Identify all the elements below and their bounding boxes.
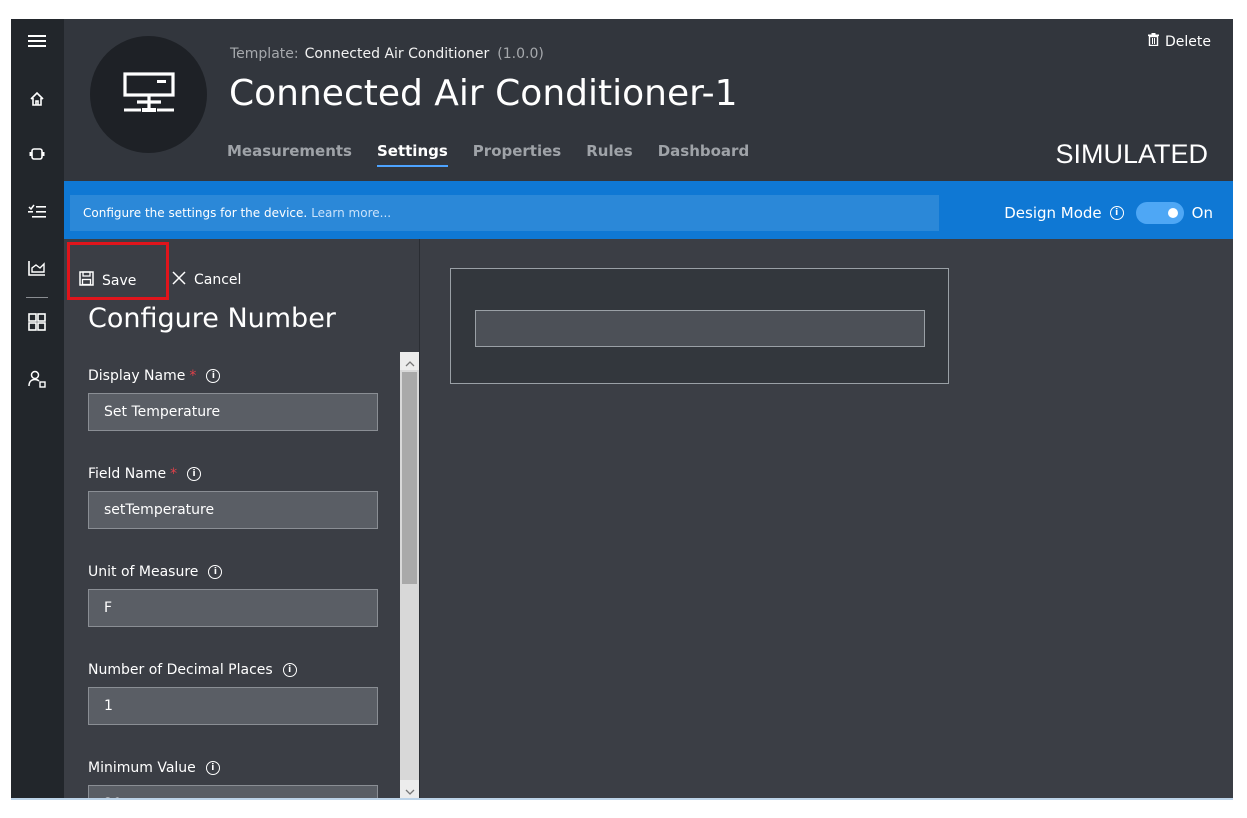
unit-of-measure-field-group: Unit of Measure i (88, 562, 378, 627)
setting-preview-tile[interactable] (450, 268, 949, 384)
panel-scrollbar[interactable] (400, 352, 419, 798)
decimal-places-field-group: Number of Decimal Places i (88, 660, 378, 725)
panel-title: Configure Number (88, 303, 336, 334)
info-icon[interactable]: i (1109, 206, 1124, 220)
app-window: Template: Connected Air Conditioner (1.0.0… (11, 19, 1233, 798)
learn-more-link[interactable]: Learn more... (311, 206, 391, 220)
design-mode-label: Design Mode (1004, 204, 1102, 222)
design-mode-toggle[interactable] (1135, 202, 1184, 224)
configure-panel: Save Cancel Configure Number Display Nam… (64, 239, 420, 798)
delete-label: Delete (1165, 33, 1211, 50)
device-status-label: SIMULATED (1055, 139, 1208, 169)
device-header: Template: Connected Air Conditioner (1.0.0… (64, 19, 1233, 181)
minimum-value-input[interactable] (88, 785, 378, 798)
save-label: Save (102, 272, 137, 289)
template-info: Template: Connected Air Conditioner (1.0.0… (230, 46, 544, 62)
users-icon[interactable] (24, 366, 50, 392)
tab-measurements[interactable]: Measurements (227, 142, 352, 167)
decimal-places-input[interactable] (88, 687, 378, 725)
unit-of-measure-input[interactable] (88, 589, 378, 627)
tab-dashboard[interactable]: Dashboard (658, 142, 749, 167)
template-name[interactable]: Connected Air Conditioner (305, 46, 490, 62)
delete-button[interactable]: Delete (1148, 33, 1211, 50)
toggle-knob (1167, 208, 1178, 218)
scroll-up-button[interactable] (400, 352, 419, 370)
chevron-up-icon (405, 352, 415, 371)
design-mode-state: On (1191, 204, 1213, 222)
device-icon[interactable] (24, 141, 50, 167)
analytics-icon[interactable] (24, 255, 50, 281)
dashboard-grid-icon[interactable] (24, 309, 50, 335)
rail-divider (26, 297, 48, 298)
window-bottom-border (11, 798, 1233, 800)
field-label: Unit of Measure (88, 564, 199, 580)
minimum-value-field-group: Minimum Value i (88, 758, 378, 798)
save-icon (79, 271, 94, 290)
tab-properties[interactable]: Properties (473, 142, 561, 167)
template-version: (1.0.0) (497, 46, 544, 62)
home-icon[interactable] (24, 86, 50, 112)
info-icon[interactable]: i (282, 663, 297, 677)
left-nav-rail (11, 19, 64, 798)
preview-input-box (475, 310, 925, 347)
save-button[interactable]: Save (79, 271, 136, 290)
device-icon (121, 71, 177, 119)
info-icon[interactable]: i (205, 761, 220, 775)
field-label: Number of Decimal Places (88, 662, 273, 678)
trash-icon (1148, 33, 1159, 50)
info-message-text: Configure the settings for the device. (83, 206, 308, 220)
device-avatar (90, 36, 207, 153)
device-tabs: Measurements Settings Properties Rules D… (227, 142, 774, 167)
hamburger-icon[interactable] (24, 28, 50, 54)
settings-form: Display Name * i Field Name * i Unit of … (64, 352, 400, 798)
info-message: Configure the settings for the device. L… (70, 195, 939, 231)
required-marker: * (189, 368, 197, 384)
field-name-field-group: Field Name * i (88, 464, 378, 529)
info-icon[interactable]: i (187, 467, 202, 481)
device-title: Connected Air Conditioner-1 (229, 73, 738, 114)
field-label: Field Name (88, 466, 167, 482)
scroll-down-button[interactable] (400, 780, 419, 798)
scrollbar-thumb[interactable] (402, 372, 417, 584)
info-icon[interactable]: i (206, 369, 221, 383)
tab-settings[interactable]: Settings (376, 142, 448, 167)
close-icon (172, 271, 186, 289)
cancel-label: Cancel (194, 272, 242, 288)
design-mode-control: Design Mode i On (1004, 202, 1213, 224)
tab-rules[interactable]: Rules (586, 142, 632, 167)
template-prefix: Template: (230, 46, 299, 62)
cancel-button[interactable]: Cancel (172, 271, 241, 289)
info-icon[interactable]: i (208, 565, 223, 579)
checklist-icon[interactable] (24, 199, 50, 225)
display-name-input[interactable] (88, 393, 378, 431)
field-label: Minimum Value (88, 760, 196, 776)
chevron-down-icon (405, 780, 415, 799)
field-name-input[interactable] (88, 491, 378, 529)
required-marker: * (170, 466, 178, 482)
field-label: Display Name (88, 368, 186, 384)
display-name-field-group: Display Name * i (88, 366, 378, 431)
